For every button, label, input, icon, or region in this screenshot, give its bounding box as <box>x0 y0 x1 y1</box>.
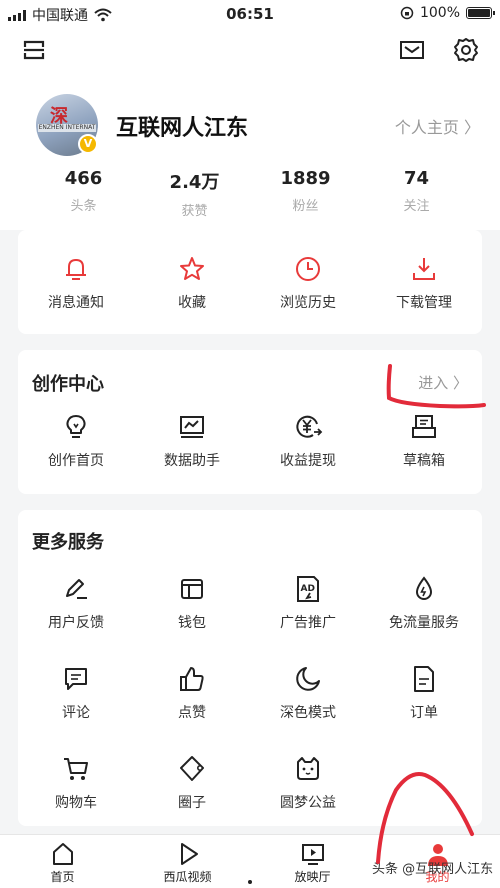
annotation-overlay <box>376 364 486 864</box>
annotation-underline <box>386 364 486 409</box>
annotation-arc <box>376 772 474 864</box>
